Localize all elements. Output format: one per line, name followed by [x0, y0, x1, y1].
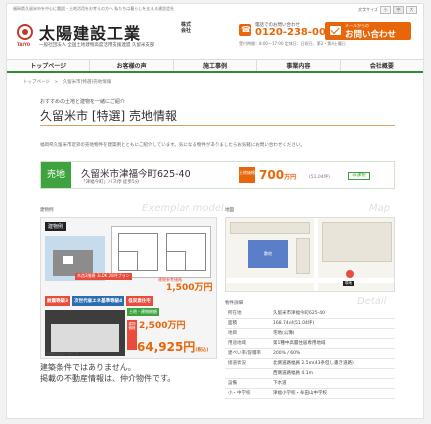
- detail-value: 西側道路幅員 4.1m: [270, 368, 395, 379]
- detail-row: 所在地 久留米市津福今町625-40: [225, 309, 395, 319]
- property-header: 売地 久留米市津福今町625-40 「津福今町」バス停 徒歩5分 土地価格 70…: [40, 161, 395, 189]
- monthly-price: 64,925円(税込): [137, 338, 208, 355]
- exterior-photo: [45, 310, 125, 356]
- font-size-small-button[interactable]: 小: [380, 6, 391, 14]
- business-hours: 受付時間：8:00〜17:00 定休日：日祝日、第2・第4土曜日: [239, 41, 346, 46]
- logo-subtext: TAIYO: [17, 42, 31, 47]
- nav-item-voices[interactable]: お客様の声: [90, 60, 174, 71]
- nav-item-business[interactable]: 事業内容: [257, 60, 341, 71]
- example-watermark: Exemplar model: [142, 203, 224, 214]
- sun-logo-icon: [17, 24, 33, 40]
- detail-row: 地目 宅地(公簿): [225, 328, 395, 339]
- global-nav: トップページ お客様の声 施工事例 事業内容 会社概要: [7, 59, 423, 73]
- page-catch: おすすめの土地と建物を一緒にご紹介: [40, 99, 125, 105]
- detail-row: 用途地域 第1種中高層住居専用地域: [225, 338, 395, 349]
- map-label: 地図: [225, 208, 234, 213]
- phone-number: 0120-238-005: [255, 27, 333, 38]
- detail-row: 建ぺい率/容積率 200% / 60%: [225, 348, 395, 359]
- breadcrumb[interactable]: トップページ > 久留米市[特選]売地情報: [23, 79, 111, 85]
- feature-badges: 耐震等級3 次世代省エネ基準等級4 低炭素住宅: [45, 296, 153, 306]
- feature-badge: 耐震等級3: [45, 296, 71, 306]
- detail-value: 168.74㎡(51.04坪): [270, 318, 395, 329]
- feature-badge: 次世代省エネ基準等級4: [72, 296, 125, 306]
- detail-key: [225, 368, 270, 379]
- example-label: 建物例: [40, 208, 54, 213]
- total-price: 2,500万円: [139, 321, 186, 331]
- detail-row: 接道状況 北側道路幅員 2.5m(43条但し書き道路): [225, 358, 395, 369]
- photo-caption: 外観写真は一例です: [47, 352, 79, 356]
- font-size-large-button[interactable]: 大: [406, 6, 417, 14]
- price-unit: 万円: [284, 174, 297, 181]
- location-map[interactable]: 敷地 現地: [225, 217, 395, 292]
- detail-row: 面積 168.74㎡(51.04坪): [225, 318, 395, 329]
- disclaimer-line-1: 建築条件ではありません。: [40, 363, 136, 372]
- detail-label: 物件詳細: [225, 301, 243, 306]
- property-price: 700万円: [259, 168, 296, 182]
- sale-badge: 売地: [41, 162, 71, 188]
- property-detail-table: 所在地 久留米市津福今町625-40 面積 168.74㎡(51.04坪) 地目 宅地(公…: [225, 309, 395, 399]
- detail-watermark: Detail: [357, 296, 387, 307]
- total-label: 土地・建物総額: [127, 308, 159, 316]
- detail-value: 第1種中高層住居専用地域: [270, 338, 395, 349]
- detail-key: 小・中学校: [225, 388, 270, 399]
- detail-row: 西側道路幅員 4.1m: [225, 368, 395, 379]
- property-access: 「津福今町」バス停 徒歩5分: [81, 180, 140, 185]
- detail-value: 下水道: [270, 378, 395, 389]
- map-pin-icon: [346, 270, 354, 278]
- plan-price: 1,500万円: [166, 283, 213, 293]
- detail-value: 宅地(公簿): [270, 328, 395, 339]
- detail-value: 北側道路幅員 2.5m(43条但し書き道路): [270, 358, 395, 369]
- detail-key: 用途地域: [225, 338, 270, 349]
- disclaimer-line-2: 掲載の不動産情報は、仲介物件です。: [40, 374, 176, 383]
- company-suffix: 株式会社: [181, 22, 192, 34]
- contact-label: お問い合わせ: [345, 30, 397, 40]
- detail-value: 津福小学校・牟田山中学校: [270, 388, 395, 399]
- detail-row: 設備 下水道: [225, 378, 395, 389]
- monthly-price-value: 64,925円: [137, 340, 196, 354]
- disclaimer: 建築条件ではありません。 掲載の不動産情報は、仲介物件です。: [40, 362, 175, 384]
- floor-plan: [111, 226, 211, 278]
- phone-icon: [239, 24, 251, 36]
- tax-status-badge: 非課税: [348, 172, 370, 180]
- mail-contact-button[interactable]: メールからの お問い合わせ: [325, 22, 411, 40]
- map-watermark: Map: [369, 203, 391, 214]
- monthly-price-unit: (税込): [195, 348, 209, 353]
- detail-value: 200% / 60%: [270, 348, 395, 359]
- site-marker: 敷地: [248, 240, 288, 268]
- page-title: 久留米市 [特選] 売地情報: [40, 109, 177, 123]
- company-name: 太陽建設工業: [39, 24, 142, 43]
- plan-tag: 木造2階建 3LDK 28坪プラン: [75, 273, 132, 280]
- font-size-medium-button[interactable]: 中: [393, 6, 404, 14]
- page-intro: 福岡県久留米市近郊の売地物件を建築例とともにご紹介しています。気になる物件があり…: [40, 143, 305, 148]
- property-name: 久留米市津福今町625-40: [81, 169, 191, 180]
- property-tsubo: (51.04坪): [309, 175, 330, 180]
- example-tag: 建物例: [45, 222, 67, 231]
- detail-key: 面積: [225, 318, 270, 329]
- detail-key: 接道状況: [225, 358, 270, 369]
- feature-badge: 低炭素住宅: [126, 296, 153, 306]
- font-size-label: 文字サイズ: [358, 7, 378, 12]
- building-price-tag: 建物価格: [127, 320, 137, 350]
- font-size-switcher: 文字サイズ 小 中 大: [358, 6, 417, 14]
- nav-item-works[interactable]: 施工事例: [174, 60, 258, 71]
- detail-key: 設備: [225, 378, 270, 389]
- map-pin-label: 現地: [343, 281, 354, 286]
- building-example-image: 建物例 木造2階建 3LDK 28坪プラン 建物参考価格 1,500万円 耐震等…: [40, 217, 217, 359]
- mail-icon: [330, 26, 341, 35]
- detail-key: 地目: [225, 328, 270, 339]
- nav-item-company[interactable]: 会社概要: [341, 60, 423, 71]
- phone-contact[interactable]: 電話でのお問い合わせ 0120-238-005 受付時間：8:00〜17:00 …: [239, 18, 346, 58]
- detail-key: 建ぺい率/容積率: [225, 348, 270, 359]
- title-divider: [40, 125, 395, 126]
- detail-value: 久留米市津福今町625-40: [270, 309, 395, 319]
- company-description: 一般社団法人 全国土地建物高度活用支援連盟 久留米支部: [39, 43, 155, 48]
- detail-row: 小・中学校 津福小学校・牟田山中学校: [225, 388, 395, 399]
- nav-item-top[interactable]: トップページ: [7, 60, 91, 71]
- price-value: 700: [259, 168, 285, 182]
- price-tag: 土地価格: [239, 167, 255, 183]
- detail-key: 所在地: [225, 309, 270, 319]
- page-frame: 福岡県久留米市を中心に農園・土地活用をお考えの方へ 私たちは暮らしを支える建設会…: [6, 3, 424, 419]
